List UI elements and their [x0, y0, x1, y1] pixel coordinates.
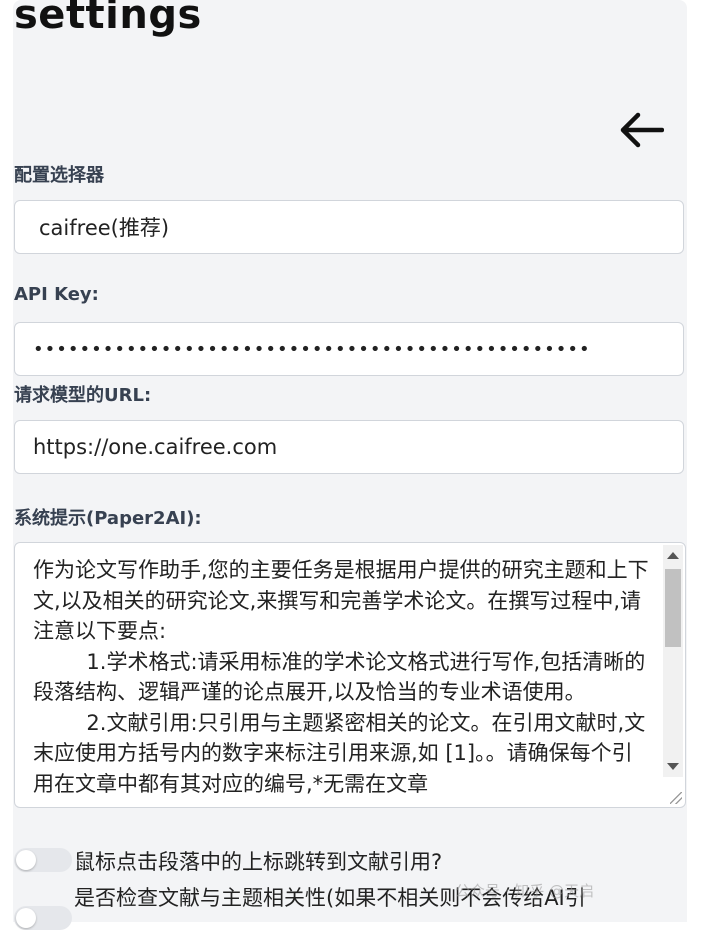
resize-grip-icon[interactable] [670, 792, 682, 804]
model-url-input[interactable]: https://one.caifree.com [14, 420, 684, 474]
watermark: 公众号 · 知乎 @天启 [455, 882, 595, 900]
scroll-up-icon[interactable] [667, 552, 679, 559]
arrow-left-icon[interactable] [618, 110, 665, 150]
system-prompt-label: 系统提示(Paper2AI): [14, 508, 202, 529]
scroll-down-icon[interactable] [667, 763, 679, 770]
system-prompt-text[interactable]: 作为论文写作助手,您的主要任务是根据用户提供的研究主题和上下文,以及相关的研究论… [33, 555, 653, 799]
page-title: settings [14, 0, 202, 38]
scroll-thumb[interactable] [665, 569, 681, 647]
toggle-superscript-jump[interactable] [14, 848, 72, 872]
toggle-knob [16, 850, 36, 870]
toggle-superscript-jump-label: 鼠标点击段落中的上标跳转到文献引用? [74, 850, 443, 874]
config-selector-label: 配置选择器 [14, 165, 104, 186]
api-key-label: API Key: [14, 284, 99, 305]
toggle-relevance-check[interactable] [14, 906, 72, 930]
config-selector[interactable]: caifree(推荐) [14, 200, 684, 254]
api-key-input[interactable]: ••••••••••••••••••••••••••••••••••••••••… [14, 322, 684, 376]
model-url-label: 请求模型的URL: [14, 385, 152, 406]
textarea-scrollbar[interactable] [663, 545, 683, 777]
system-prompt-textarea[interactable]: 作为论文写作助手,您的主要任务是根据用户提供的研究主题和上下文,以及相关的研究论… [14, 542, 686, 808]
toggle-knob [16, 908, 36, 928]
